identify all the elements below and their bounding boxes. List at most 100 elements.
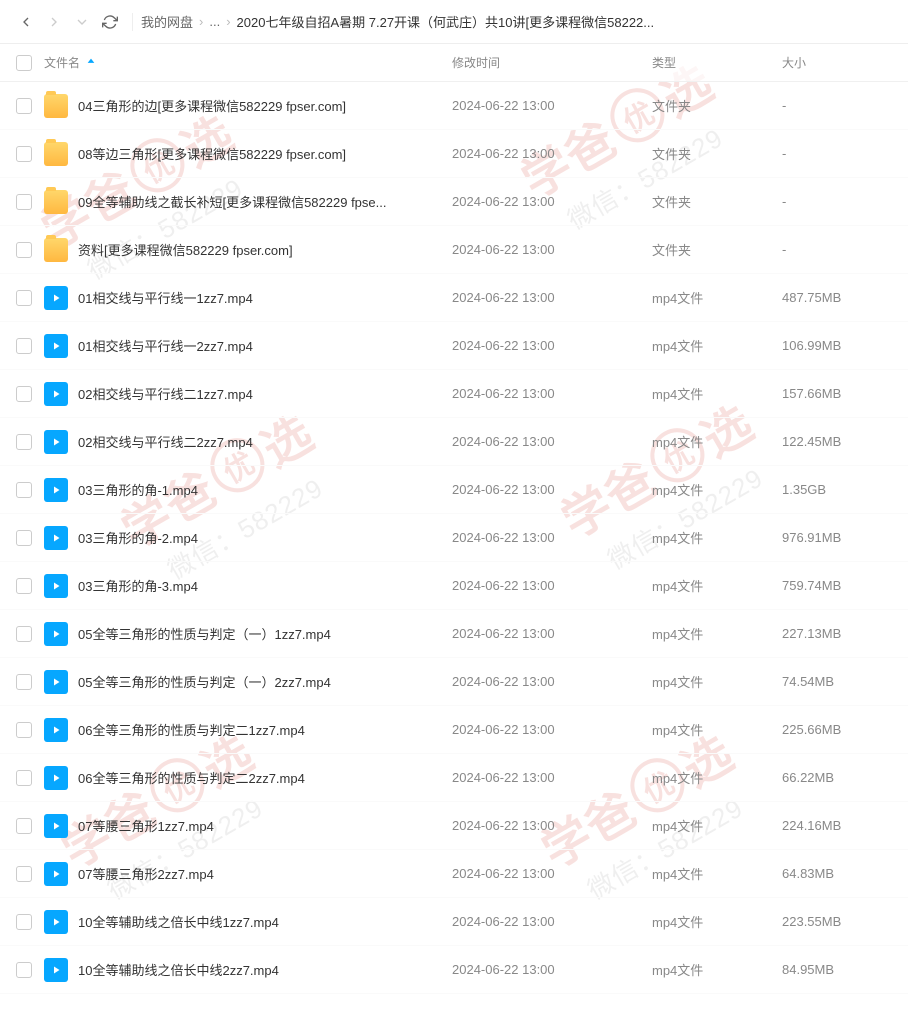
file-name[interactable]: 09全等辅助线之截长补短[更多课程微信582229 fpse... (78, 192, 452, 211)
file-name[interactable]: 01相交线与平行线一1zz7.mp4 (78, 288, 452, 307)
file-modified: 2024-06-22 13:00 (452, 866, 652, 881)
file-name[interactable]: 03三角形的角-2.mp4 (78, 528, 452, 547)
file-type: mp4文件 (652, 384, 782, 403)
file-name[interactable]: 08等边三角形[更多课程微信582229 fpser.com] (78, 144, 452, 163)
file-size: 157.66MB (782, 386, 892, 401)
table-row[interactable]: 06全等三角形的性质与判定二1zz7.mp42024-06-22 13:00mp… (0, 706, 908, 754)
row-checkbox[interactable] (16, 578, 32, 594)
row-checkbox[interactable] (16, 290, 32, 306)
file-type: mp4文件 (652, 624, 782, 643)
file-name[interactable]: 07等腰三角形2zz7.mp4 (78, 864, 452, 883)
file-type: mp4文件 (652, 816, 782, 835)
file-name[interactable]: 03三角形的角-1.mp4 (78, 480, 452, 499)
toolbar: 我的网盘 › ... › 2020七年级自招A暑期 7.27开课（何武庄）共10… (0, 0, 908, 44)
file-name[interactable]: 01相交线与平行线一2zz7.mp4 (78, 336, 452, 355)
table-row[interactable]: 05全等三角形的性质与判定（一）1zz7.mp42024-06-22 13:00… (0, 610, 908, 658)
row-checkbox[interactable] (16, 530, 32, 546)
table-row[interactable]: 09全等辅助线之截长补短[更多课程微信582229 fpse...2024-06… (0, 178, 908, 226)
file-modified: 2024-06-22 13:00 (452, 482, 652, 497)
table-row[interactable]: 03三角形的角-2.mp42024-06-22 13:00mp4文件976.91… (0, 514, 908, 562)
nav-forward-button[interactable] (40, 8, 68, 36)
table-row[interactable]: 10全等辅助线之倍长中线2zz7.mp42024-06-22 13:00mp4文… (0, 946, 908, 994)
row-checkbox[interactable] (16, 818, 32, 834)
row-checkbox[interactable] (16, 338, 32, 354)
file-size: 1.35GB (782, 482, 892, 497)
folder-icon (44, 142, 68, 166)
file-name[interactable]: 10全等辅助线之倍长中线2zz7.mp4 (78, 960, 452, 979)
video-file-icon (44, 526, 68, 550)
column-header-type[interactable]: 类型 (652, 54, 782, 71)
table-row[interactable]: 05全等三角形的性质与判定（一）2zz7.mp42024-06-22 13:00… (0, 658, 908, 706)
file-size: - (782, 98, 892, 113)
table-row[interactable]: 08等边三角形[更多课程微信582229 fpser.com]2024-06-2… (0, 130, 908, 178)
row-checkbox[interactable] (16, 146, 32, 162)
row-checkbox[interactable] (16, 98, 32, 114)
column-header-name[interactable]: 文件名 (44, 54, 452, 71)
nav-dropdown-button[interactable] (68, 8, 96, 36)
table-row[interactable]: 07等腰三角形1zz7.mp42024-06-22 13:00mp4文件224.… (0, 802, 908, 850)
file-size: 487.75MB (782, 290, 892, 305)
file-name[interactable]: 05全等三角形的性质与判定（一）2zz7.mp4 (78, 672, 452, 691)
file-name[interactable]: 05全等三角形的性质与判定（一）1zz7.mp4 (78, 624, 452, 643)
row-checkbox[interactable] (16, 386, 32, 402)
column-header-modified[interactable]: 修改时间 (452, 54, 652, 71)
row-checkbox[interactable] (16, 194, 32, 210)
table-row[interactable]: 资料[更多课程微信582229 fpser.com]2024-06-22 13:… (0, 226, 908, 274)
table-row[interactable]: 07等腰三角形2zz7.mp42024-06-22 13:00mp4文件64.8… (0, 850, 908, 898)
row-checkbox[interactable] (16, 962, 32, 978)
table-row[interactable]: 04三角形的边[更多课程微信582229 fpser.com]2024-06-2… (0, 82, 908, 130)
table-row[interactable]: 02相交线与平行线二2zz7.mp42024-06-22 13:00mp4文件1… (0, 418, 908, 466)
file-name[interactable]: 06全等三角形的性质与判定二1zz7.mp4 (78, 720, 452, 739)
file-modified: 2024-06-22 13:00 (452, 434, 652, 449)
breadcrumb-current[interactable]: 2020七年级自招A暑期 7.27开课（何武庄）共10讲[更多课程微信58222… (237, 12, 655, 31)
file-modified: 2024-06-22 13:00 (452, 530, 652, 545)
row-checkbox[interactable] (16, 434, 32, 450)
table-row[interactable]: 10全等辅助线之倍长中线1zz7.mp42024-06-22 13:00mp4文… (0, 898, 908, 946)
file-modified: 2024-06-22 13:00 (452, 338, 652, 353)
row-checkbox[interactable] (16, 674, 32, 690)
file-type: mp4文件 (652, 576, 782, 595)
table-row[interactable]: 01相交线与平行线一1zz7.mp42024-06-22 13:00mp4文件4… (0, 274, 908, 322)
select-all-checkbox[interactable] (16, 55, 32, 71)
chevron-right-icon: › (226, 14, 230, 29)
video-file-icon (44, 382, 68, 406)
file-size: - (782, 194, 892, 209)
nav-back-button[interactable] (12, 8, 40, 36)
file-name[interactable]: 04三角形的边[更多课程微信582229 fpser.com] (78, 96, 452, 115)
table-row[interactable]: 06全等三角形的性质与判定二2zz7.mp42024-06-22 13:00mp… (0, 754, 908, 802)
file-name[interactable]: 02相交线与平行线二2zz7.mp4 (78, 432, 452, 451)
row-checkbox[interactable] (16, 914, 32, 930)
table-row[interactable]: 03三角形的角-1.mp42024-06-22 13:00mp4文件1.35GB (0, 466, 908, 514)
file-modified: 2024-06-22 13:00 (452, 146, 652, 161)
file-type: 文件夹 (652, 96, 782, 115)
video-file-icon (44, 958, 68, 982)
row-checkbox[interactable] (16, 770, 32, 786)
table-row[interactable]: 02相交线与平行线二1zz7.mp42024-06-22 13:00mp4文件1… (0, 370, 908, 418)
video-file-icon (44, 814, 68, 838)
file-name[interactable]: 10全等辅助线之倍长中线1zz7.mp4 (78, 912, 452, 931)
file-modified: 2024-06-22 13:00 (452, 914, 652, 929)
row-checkbox[interactable] (16, 866, 32, 882)
table-row[interactable]: 01相交线与平行线一2zz7.mp42024-06-22 13:00mp4文件1… (0, 322, 908, 370)
file-modified: 2024-06-22 13:00 (452, 290, 652, 305)
file-name[interactable]: 06全等三角形的性质与判定二2zz7.mp4 (78, 768, 452, 787)
breadcrumb-ellipsis[interactable]: ... (209, 14, 220, 29)
file-modified: 2024-06-22 13:00 (452, 818, 652, 833)
row-checkbox[interactable] (16, 242, 32, 258)
row-checkbox[interactable] (16, 626, 32, 642)
file-name[interactable]: 02相交线与平行线二1zz7.mp4 (78, 384, 452, 403)
row-checkbox[interactable] (16, 482, 32, 498)
breadcrumb-root[interactable]: 我的网盘 (141, 12, 193, 31)
nav-refresh-button[interactable] (96, 8, 124, 36)
file-name[interactable]: 03三角形的角-3.mp4 (78, 576, 452, 595)
file-type: mp4文件 (652, 528, 782, 547)
file-size: 224.16MB (782, 818, 892, 833)
file-name[interactable]: 资料[更多课程微信582229 fpser.com] (78, 240, 452, 259)
video-file-icon (44, 718, 68, 742)
file-size: 74.54MB (782, 674, 892, 689)
table-row[interactable]: 03三角形的角-3.mp42024-06-22 13:00mp4文件759.74… (0, 562, 908, 610)
row-checkbox[interactable] (16, 722, 32, 738)
column-header-size[interactable]: 大小 (782, 54, 892, 71)
file-name[interactable]: 07等腰三角形1zz7.mp4 (78, 816, 452, 835)
file-modified: 2024-06-22 13:00 (452, 194, 652, 209)
